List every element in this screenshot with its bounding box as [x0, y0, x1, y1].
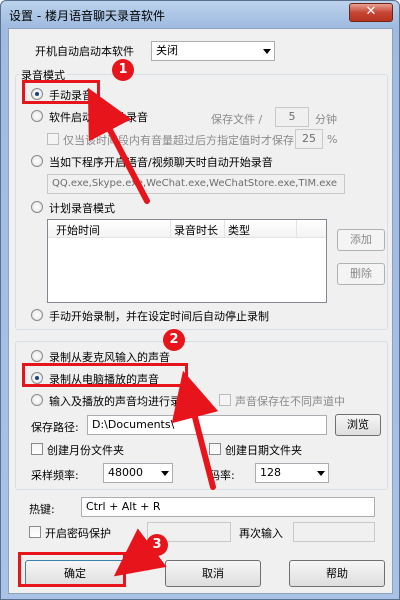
- annotation-badge-2: 2: [163, 329, 185, 351]
- arrow-line: [171, 370, 219, 490]
- annotation-badge-1: 1: [112, 59, 134, 81]
- annotation-arrows: [87, 87, 219, 577]
- annotation-badge-3: 3: [146, 534, 168, 556]
- arrow-line: [87, 87, 150, 204]
- settings-window: 设置 - 楼月语音聊天录音软件 ✕ 开机自动启动本软件 关闭 录音模式 手动录音…: [0, 0, 400, 600]
